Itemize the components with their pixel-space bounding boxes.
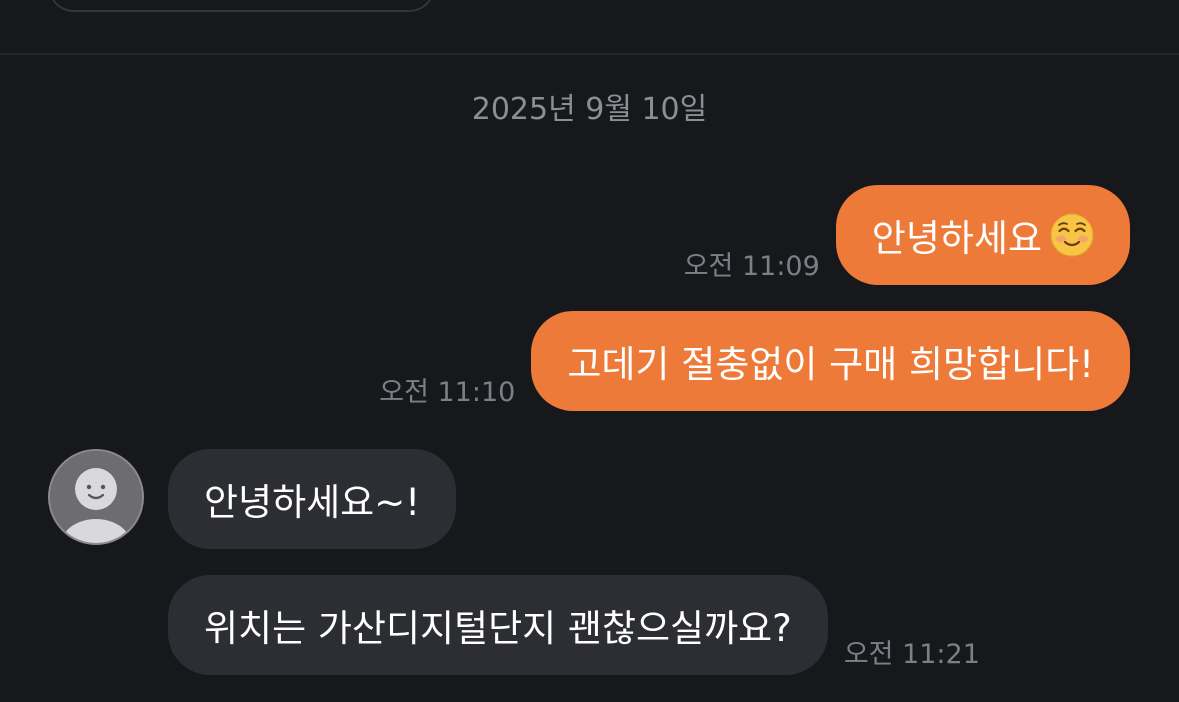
smiling-face-emoji-icon xyxy=(1050,213,1094,257)
message-text: 위치는 가산디지털단지 괜찮으실까요? xyxy=(204,607,792,650)
message-row-outgoing: 오전 11:09 안녕하세요 xyxy=(684,185,1130,285)
message-bubble-incoming[interactable]: 위치는 가산디지털단지 괜찮으실까요? xyxy=(168,575,828,675)
message-bubble-outgoing[interactable]: 안녕하세요 xyxy=(835,185,1130,285)
message-time: 오전 11:09 xyxy=(683,251,820,282)
top-input-pill[interactable] xyxy=(48,0,435,12)
message-text: 안녕하세요~! xyxy=(204,481,421,524)
date-separator: 2025년 9월 10일 xyxy=(471,92,708,127)
default-profile-avatar-icon xyxy=(50,451,142,543)
message-row-incoming: 위치는 가산디지털단지 괜찮으실까요? 오전 11:21 xyxy=(168,575,980,675)
message-row-outgoing: 오전 11:10 고데기 절충없이 구매 희망합니다! xyxy=(379,311,1130,411)
message-bubble-outgoing[interactable]: 고데기 절충없이 구매 희망합니다! xyxy=(531,311,1130,411)
message-text: 안녕하세요 xyxy=(871,217,1042,260)
message-time: 오전 11:21 xyxy=(843,639,980,670)
header-divider xyxy=(0,53,1179,55)
message-time: 오전 11:10 xyxy=(379,377,516,408)
message-text: 고데기 절충없이 구매 희망합니다! xyxy=(567,343,1094,386)
message-bubble-incoming[interactable]: 안녕하세요~! xyxy=(168,449,457,549)
message-row-incoming: 안녕하세요~! xyxy=(168,449,457,549)
avatar[interactable] xyxy=(48,449,144,545)
